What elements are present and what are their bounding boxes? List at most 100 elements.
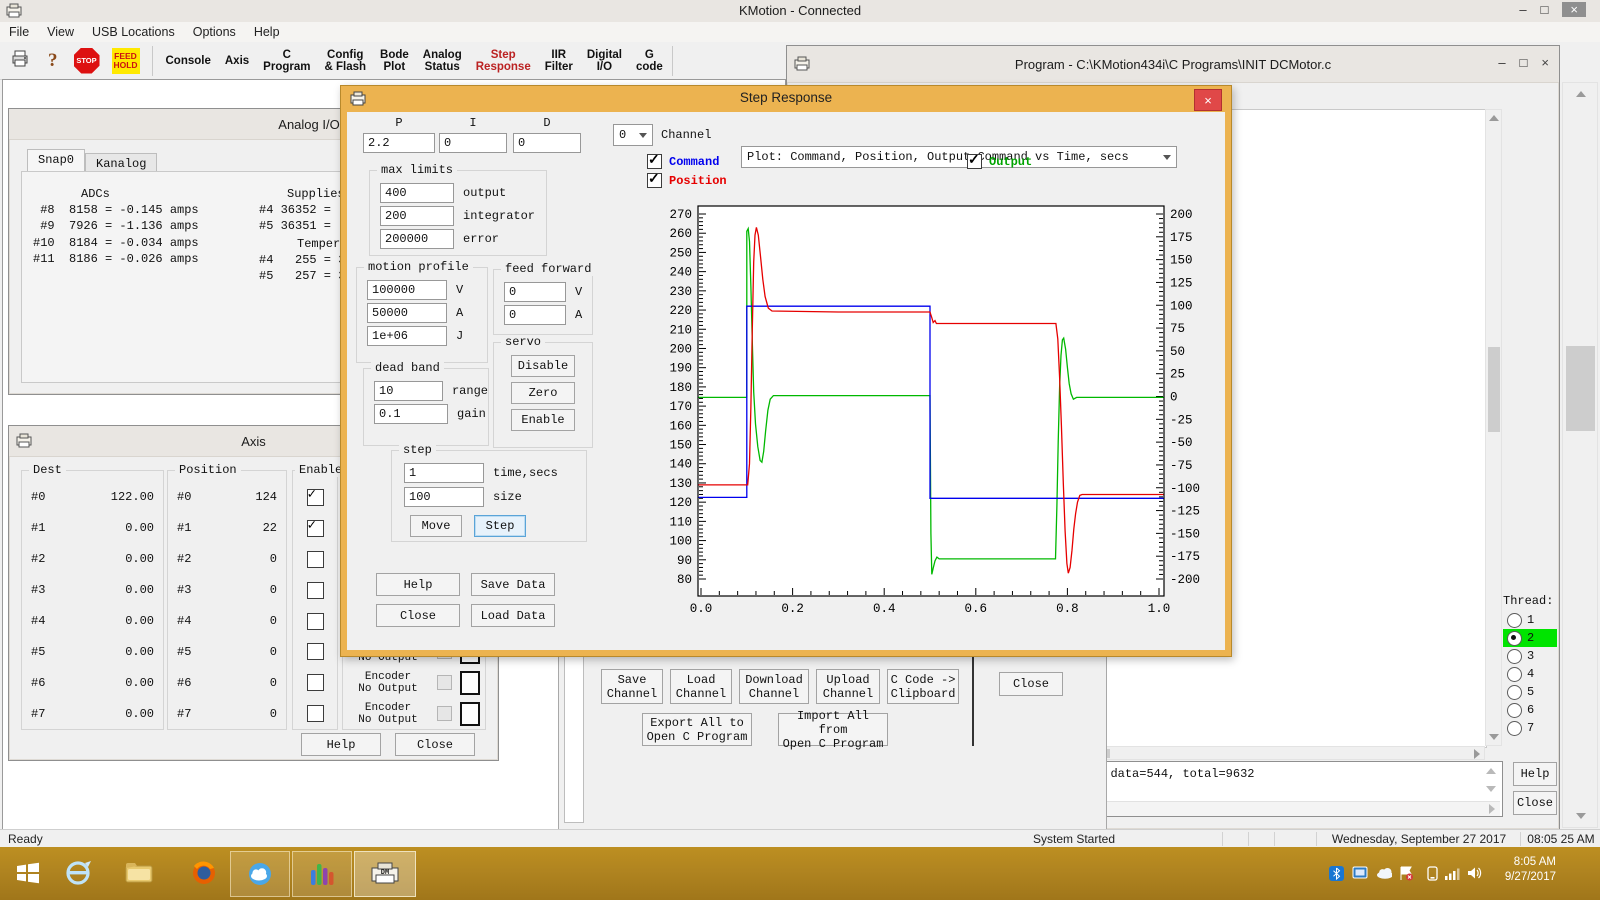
tray-bluetooth-icon[interactable] (1328, 865, 1344, 881)
tray-action-center-icon[interactable] (1398, 865, 1414, 881)
thread-radio-row-6[interactable]: 6 (1503, 701, 1557, 719)
motion-profile-a-input[interactable]: 50000 (367, 303, 447, 323)
start-button[interactable] (8, 851, 48, 895)
axis-enable-checkbox[interactable] (307, 582, 324, 599)
close-icon[interactable]: × (1562, 2, 1586, 17)
step-size-input[interactable]: 100 (404, 487, 484, 507)
taskbar-icon-weather[interactable] (230, 851, 290, 897)
channel-select[interactable]: 0 (613, 124, 653, 146)
dialog-close-icon[interactable]: × (1194, 89, 1222, 111)
thread-radio-3[interactable] (1507, 649, 1522, 664)
maximize-icon[interactable]: □ (1520, 55, 1528, 70)
scroll-right-icon[interactable] (1474, 749, 1480, 759)
toolbar-button-iir-filter[interactable]: IIRFilter (538, 48, 580, 74)
thread-radio-7[interactable] (1507, 721, 1522, 736)
import-all-from-open-c-program-button[interactable]: Import All fromOpen C Program (778, 713, 888, 746)
toolbar-button-c-program[interactable]: CProgram (256, 48, 317, 74)
output-scroll-down-icon[interactable] (1486, 786, 1496, 792)
toolbar-button-console[interactable]: Console (159, 54, 218, 68)
thread-radio-1[interactable] (1507, 613, 1522, 628)
plot-select[interactable]: Plot: Command, Position, Output Command … (741, 146, 1177, 168)
menu-item-help[interactable]: Help (245, 23, 289, 41)
save-channel-button[interactable]: SaveChannel (601, 669, 663, 704)
scroll-down-icon[interactable] (1489, 734, 1499, 740)
axis-enable-checkbox[interactable] (307, 489, 324, 506)
taskbar-icon-chart-app[interactable] (292, 851, 352, 897)
thread-radio-row-4[interactable]: 4 (1503, 665, 1557, 683)
servo-disable-button[interactable]: Disable (511, 355, 575, 377)
help-icon[interactable]: ? (48, 50, 58, 72)
print-icon[interactable] (10, 49, 30, 72)
main-vscroll-thumb[interactable] (1566, 346, 1595, 431)
tab-snap0[interactable]: Snap0 (27, 149, 85, 172)
taskbar-icon-ie[interactable] (58, 851, 98, 895)
max-limits-output-input[interactable]: 400 (380, 183, 454, 203)
tray-phone-icon[interactable] (1424, 865, 1440, 881)
menu-item-options[interactable]: Options (184, 23, 245, 41)
i-input[interactable]: 0 (439, 133, 507, 153)
tray-volume-icon[interactable] (1466, 865, 1482, 881)
toolbar-button-bode-plot[interactable]: BodePlot (373, 48, 416, 74)
stop-icon[interactable]: STOP (74, 48, 100, 74)
menu-item-view[interactable]: View (38, 23, 83, 41)
monitor-large-checkbox[interactable] (460, 702, 480, 726)
output-checkbox[interactable] (967, 154, 982, 169)
axis-enable-checkbox[interactable] (307, 705, 324, 722)
load-channel-button[interactable]: LoadChannel (670, 669, 732, 704)
command-checkbox[interactable] (647, 154, 662, 169)
upload-channel-button[interactable]: UploadChannel (816, 669, 880, 704)
axis-close-button[interactable]: Close (395, 733, 475, 756)
save-data-button[interactable]: Save Data (471, 573, 555, 596)
motion-profile-j-input[interactable]: 1e+06 (367, 326, 447, 346)
program-help-button[interactable]: Help (1513, 762, 1557, 786)
feed-forward-v-input[interactable]: 0 (504, 282, 566, 302)
position-checkbox[interactable] (647, 173, 662, 188)
c-code-clipboard-button[interactable]: C Code ->Clipboard (887, 669, 959, 704)
axis-enable-checkbox[interactable] (307, 674, 324, 691)
minimize-icon[interactable]: – (1519, 2, 1526, 17)
maximize-icon[interactable]: □ (1541, 2, 1549, 17)
editor-vscrollbar[interactable] (1485, 109, 1502, 746)
step-button[interactable]: Step (474, 515, 526, 537)
max-limits-integrator-input[interactable]: 200 (380, 206, 454, 226)
main-scroll-down-icon[interactable] (1576, 813, 1586, 819)
scroll-up-icon[interactable] (1489, 115, 1499, 121)
axis-enable-checkbox[interactable] (307, 643, 324, 660)
dialog-help-button[interactable]: Help (376, 573, 460, 596)
dialog-close-button[interactable]: Close (376, 604, 460, 627)
taskbar-icon-firefox[interactable] (184, 851, 224, 895)
toolbar-button-config-flash[interactable]: Config& Flash (317, 48, 373, 74)
thread-radio-5[interactable] (1507, 685, 1522, 700)
export-all-to-open-c-program-button[interactable]: Export All toOpen C Program (642, 713, 752, 746)
thread-radio-2[interactable] (1507, 631, 1522, 646)
thread-radio-4[interactable] (1507, 667, 1522, 682)
thread-radio-row-7[interactable]: 7 (1503, 719, 1557, 737)
taskbar-clock[interactable]: 8:05 AM 9/27/2017 (1505, 855, 1556, 885)
feed-hold-icon[interactable]: FEED HOLD (112, 48, 140, 74)
tray-network-icon[interactable] (1444, 865, 1460, 881)
thread-radio-row-5[interactable]: 5 (1503, 683, 1557, 701)
thread-radio-row-3[interactable]: 3 (1503, 647, 1557, 665)
axis-enable-checkbox[interactable] (307, 613, 324, 630)
download-channel-button[interactable]: DownloadChannel (739, 669, 809, 704)
tray-onedrive-icon[interactable] (1376, 865, 1392, 881)
taskbar-icon-explorer[interactable] (120, 851, 160, 895)
menu-item-usb-locations[interactable]: USB Locations (83, 23, 184, 41)
axis-enable-checkbox[interactable] (307, 551, 324, 568)
feed-forward-a-input[interactable]: 0 (504, 305, 566, 325)
monitor-large-checkbox[interactable] (460, 671, 480, 695)
servo-zero-button[interactable]: Zero (511, 382, 575, 404)
program-close-button[interactable]: Close (1513, 791, 1557, 815)
toolbar-button-g-code[interactable]: Gcode (629, 48, 670, 74)
monitor-small-checkbox[interactable] (437, 675, 452, 690)
toolbar-button-digital-i-o[interactable]: DigitalI/O (580, 48, 629, 74)
dead-band-gain-input[interactable]: 0.1 (374, 404, 448, 424)
monitor-small-checkbox[interactable] (437, 706, 452, 721)
taskbar-icon-kmotion[interactable]: DM (354, 851, 416, 897)
d-input[interactable]: 0 (513, 133, 581, 153)
tray-display-icon[interactable] (1352, 865, 1368, 881)
motion-profile-v-input[interactable]: 100000 (367, 280, 447, 300)
thread-radio-row-1[interactable]: 1 (1503, 611, 1557, 629)
close-icon[interactable]: × (1541, 55, 1549, 70)
config-close-button[interactable]: Close (999, 672, 1063, 696)
